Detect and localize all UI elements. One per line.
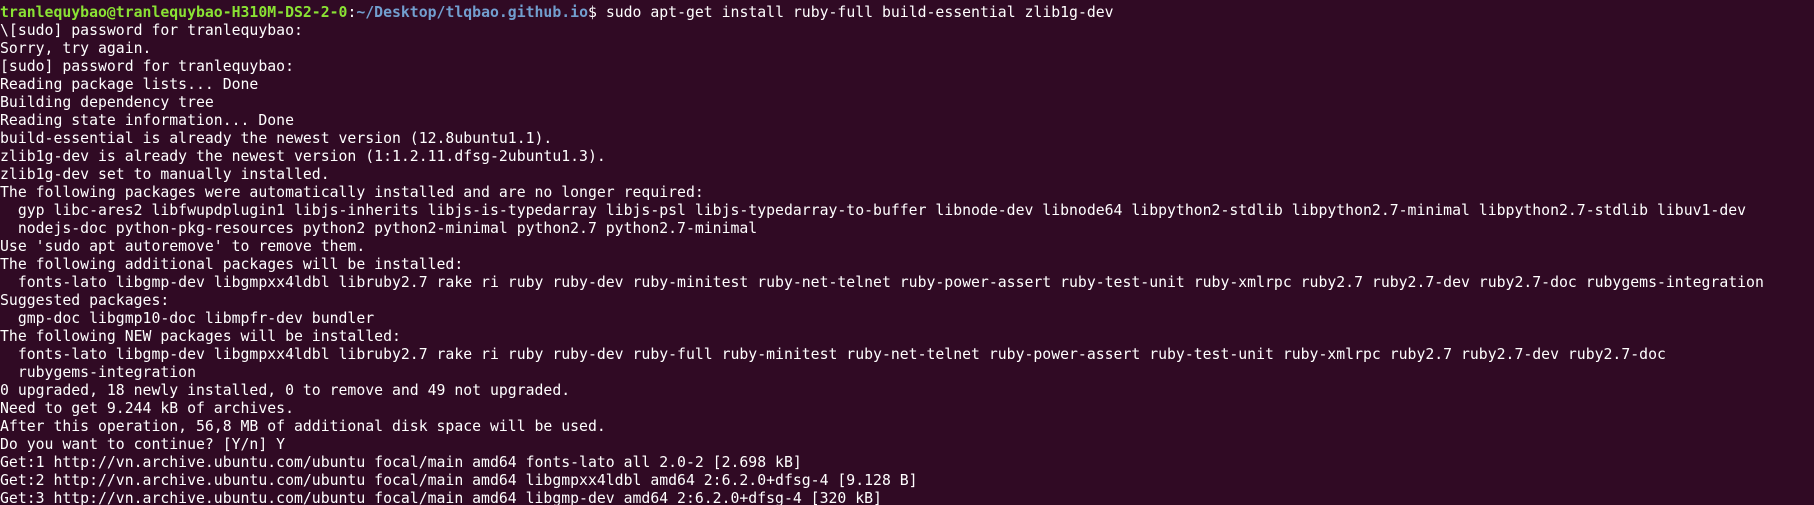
output-line: [sudo] password for tranlequybao: xyxy=(0,58,294,75)
output-line: build-essential is already the newest ve… xyxy=(0,130,553,147)
output-line: nodejs-doc python-pkg-resources python2 … xyxy=(0,220,758,237)
output-line: rubygems-integration xyxy=(0,364,196,381)
output-line: gyp libc-ares2 libfwupdplugin1 libjs-inh… xyxy=(0,202,1747,219)
prompt-path: ~/Desktop/tlqbao.github.io xyxy=(356,4,588,21)
output-line: Reading package lists... Done xyxy=(0,76,259,93)
output-line: gmp-doc libgmp10-doc libmpfr-dev bundler xyxy=(0,310,375,327)
output-line: fonts-lato libgmp-dev libgmpxx4ldbl libr… xyxy=(0,346,1666,363)
output-line: Get:1 http://vn.archive.ubuntu.com/ubunt… xyxy=(0,454,802,471)
output-line: Building dependency tree xyxy=(0,94,214,111)
output-line: Get:3 http://vn.archive.ubuntu.com/ubunt… xyxy=(0,490,882,505)
output-line: After this operation, 56,8 MB of additio… xyxy=(0,418,606,435)
output-line: \[sudo] password for tranlequybao: xyxy=(0,22,303,39)
output-line: The following packages were automaticall… xyxy=(0,184,704,201)
output-line: fonts-lato libgmp-dev libgmpxx4ldbl libr… xyxy=(0,274,1764,291)
output-line: The following additional packages will b… xyxy=(0,256,464,273)
output-line: Do you want to continue? [Y/n] Y xyxy=(0,436,286,453)
output-line: Get:2 http://vn.archive.ubuntu.com/ubunt… xyxy=(0,472,918,489)
command-text: sudo apt-get install ruby-full build-ess… xyxy=(605,4,1114,21)
prompt-symbol: $ xyxy=(587,4,606,21)
terminal-window[interactable]: tranlequybao@tranlequybao-H310M-DS2-2-0:… xyxy=(0,0,1814,505)
output-line: 0 upgraded, 18 newly installed, 0 to rem… xyxy=(0,382,571,399)
output-line: zlib1g-dev is already the newest version… xyxy=(0,148,606,165)
prompt-line: tranlequybao@tranlequybao-H310M-DS2-2-0:… xyxy=(0,4,1814,22)
output-line: Need to get 9.244 kB of archives. xyxy=(0,400,294,417)
output-line: Sorry, try again. xyxy=(0,40,152,57)
prompt-user-host: tranlequybao@tranlequybao-H310M-DS2-2-0 xyxy=(0,4,348,21)
output-line: Use 'sudo apt autoremove' to remove them… xyxy=(0,238,366,255)
output-line: zlib1g-dev set to manually installed. xyxy=(0,166,330,183)
output-line: Reading state information... Done xyxy=(0,112,294,129)
output-line: Suggested packages: xyxy=(0,292,170,309)
output-line: The following NEW packages will be insta… xyxy=(0,328,401,345)
